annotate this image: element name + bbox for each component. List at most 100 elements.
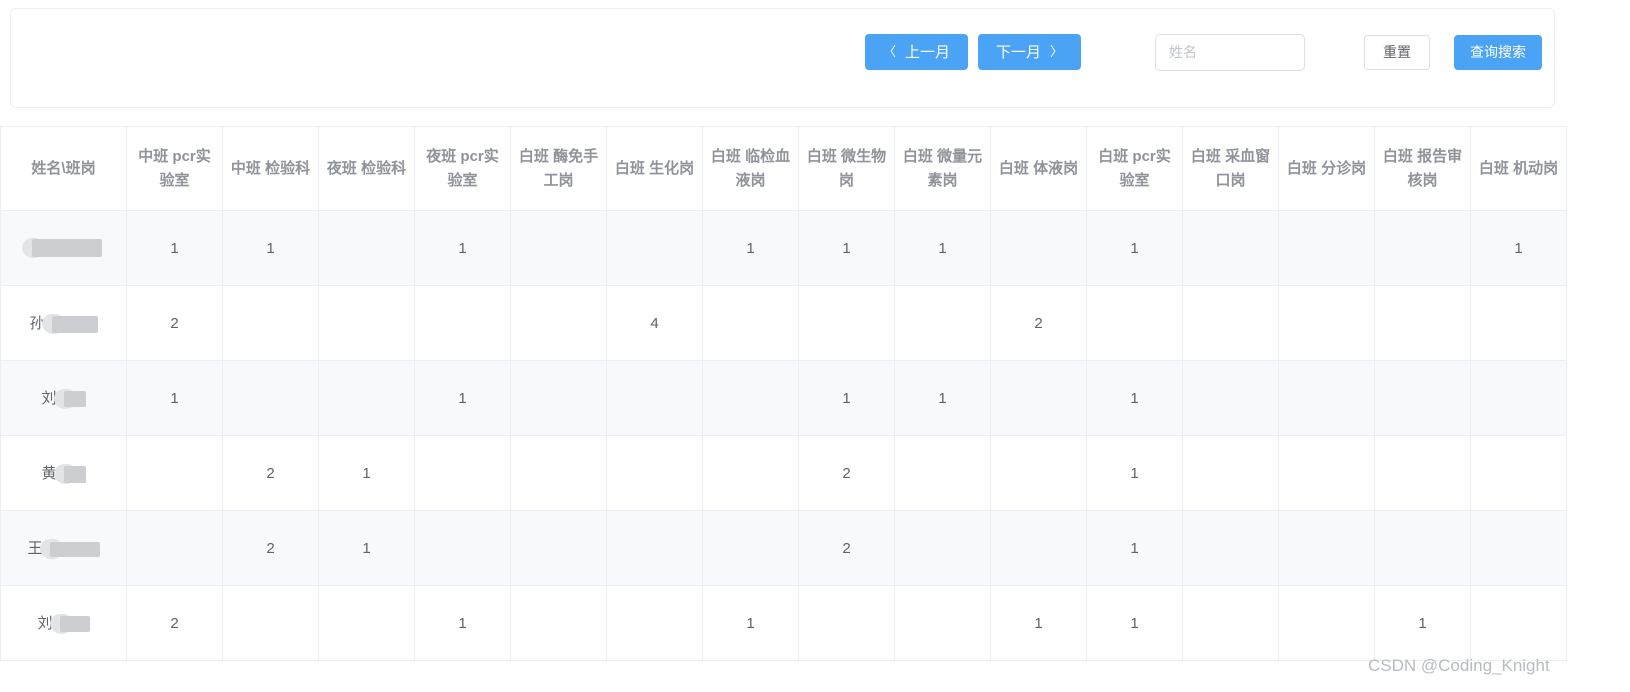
column-header-7: 白班 临检血液岗 — [702, 126, 799, 211]
cell-shift-count — [318, 585, 415, 661]
cell-shift-count: 1 — [1374, 585, 1471, 661]
cell-shift-count: 2 — [222, 510, 319, 586]
schedule-table-container: 姓名\班岗 中班 pcr实验室 中班 检验科 夜班 检验科 夜班 pcr实验室 … — [0, 126, 1567, 661]
table-row[interactable]: 11111111 — [0, 210, 1567, 286]
cell-shift-count: 1 — [702, 585, 799, 661]
cell-shift-count: 2 — [126, 285, 223, 361]
cell-employee-name — [0, 210, 127, 286]
cell-shift-count — [222, 585, 319, 661]
table-row[interactable]: 孙242 — [0, 285, 1567, 361]
cell-shift-count: 1 — [414, 360, 511, 436]
cell-shift-count — [606, 510, 703, 586]
cell-shift-count — [1182, 360, 1279, 436]
cell-shift-count: 1 — [126, 360, 223, 436]
cell-shift-count — [1182, 585, 1279, 661]
cell-shift-count: 1 — [702, 210, 799, 286]
cell-shift-count — [894, 510, 991, 586]
cell-shift-count — [702, 360, 799, 436]
cell-shift-count: 1 — [798, 210, 895, 286]
cell-shift-count — [1374, 285, 1471, 361]
cell-shift-count: 1 — [1470, 210, 1567, 286]
cell-shift-count — [222, 360, 319, 436]
table-body: 11111111孙242刘11111黄2121王2121刘211111 — [0, 210, 1567, 661]
cell-shift-count — [414, 435, 511, 511]
table-row[interactable]: 王2121 — [0, 510, 1567, 586]
name-redaction-block — [32, 239, 102, 257]
cell-employee-name: 黄 — [0, 435, 127, 511]
cell-shift-count — [1182, 435, 1279, 511]
cell-shift-count — [126, 510, 223, 586]
column-header-9: 白班 微量元素岗 — [894, 126, 991, 211]
column-header-14: 白班 报告审核岗 — [1374, 126, 1471, 211]
cell-shift-count: 1 — [1086, 585, 1183, 661]
cell-shift-count: 1 — [318, 435, 415, 511]
cell-shift-count — [1278, 360, 1375, 436]
column-header-10: 白班 体液岗 — [990, 126, 1087, 211]
cell-shift-count — [1182, 285, 1279, 361]
column-header-4: 夜班 pcr实验室 — [414, 126, 511, 211]
reset-button[interactable]: 重置 — [1364, 34, 1430, 70]
cell-shift-count — [1182, 210, 1279, 286]
cell-shift-count — [510, 285, 607, 361]
cell-shift-count — [414, 285, 511, 361]
cell-shift-count: 1 — [1086, 510, 1183, 586]
column-header-1: 中班 pcr实验室 — [126, 126, 223, 211]
cell-shift-count: 1 — [414, 585, 511, 661]
table-header: 姓名\班岗 中班 pcr实验室 中班 检验科 夜班 检验科 夜班 pcr实验室 … — [0, 126, 1567, 211]
cell-shift-count: 2 — [990, 285, 1087, 361]
cell-shift-count — [1470, 360, 1567, 436]
chevron-left-icon: 〈 — [882, 44, 896, 60]
prev-month-button[interactable]: 〈 上一月 — [864, 34, 968, 70]
cell-shift-count — [894, 435, 991, 511]
cell-shift-count — [990, 360, 1087, 436]
cell-shift-count — [1374, 360, 1471, 436]
cell-shift-count: 1 — [1086, 435, 1183, 511]
table-row[interactable]: 刘11111 — [0, 360, 1567, 436]
cell-shift-count: 2 — [126, 585, 223, 661]
cell-shift-count: 2 — [798, 435, 895, 511]
cell-shift-count — [1470, 435, 1567, 511]
table-row[interactable]: 刘211111 — [0, 585, 1567, 661]
cell-shift-count — [606, 585, 703, 661]
table-row[interactable]: 黄2121 — [0, 435, 1567, 511]
name-redaction-block — [51, 315, 98, 333]
name-search-input[interactable] — [1155, 33, 1305, 71]
column-header-5: 白班 酶免手工岗 — [510, 126, 607, 211]
cell-shift-count — [702, 510, 799, 586]
next-month-button[interactable]: 下一月 〉 — [977, 34, 1081, 70]
cell-shift-count — [222, 285, 319, 361]
cell-shift-count — [1278, 435, 1375, 511]
cell-shift-count — [606, 360, 703, 436]
prev-month-label: 上一月 — [904, 43, 950, 61]
name-redaction-block — [49, 541, 100, 557]
cell-shift-count — [702, 435, 799, 511]
name-redaction-block — [63, 391, 86, 408]
cell-shift-count — [798, 285, 895, 361]
cell-employee-name: 刘 — [0, 360, 127, 436]
cell-shift-count — [510, 435, 607, 511]
cell-shift-count — [510, 210, 607, 286]
header-row: 姓名\班岗 中班 pcr实验室 中班 检验科 夜班 检验科 夜班 pcr实验室 … — [0, 126, 1567, 211]
cell-shift-count — [990, 435, 1087, 511]
name-redaction-block — [63, 465, 86, 483]
cell-shift-count: 1 — [414, 210, 511, 286]
column-header-name: 姓名\班岗 — [0, 126, 127, 211]
cell-shift-count — [1374, 210, 1471, 286]
cell-employee-name: 王 — [0, 510, 127, 586]
column-header-15: 白班 机动岗 — [1470, 126, 1567, 211]
cell-shift-count: 2 — [222, 435, 319, 511]
chevron-right-icon: 〉 — [1049, 44, 1063, 60]
toolbar: 〈 上一月 下一月 〉 重置 查询搜索 — [864, 33, 1542, 71]
cell-shift-count: 1 — [894, 210, 991, 286]
cell-shift-count — [1470, 585, 1567, 661]
search-button[interactable]: 查询搜索 — [1454, 34, 1542, 70]
cell-shift-count — [702, 285, 799, 361]
toolbar-card: 〈 上一月 下一月 〉 重置 查询搜索 — [10, 8, 1555, 108]
cell-shift-count: 2 — [798, 510, 895, 586]
cell-shift-count — [1278, 585, 1375, 661]
cell-shift-count — [1086, 285, 1183, 361]
column-header-11: 白班 pcr实验室 — [1086, 126, 1183, 211]
cell-shift-count: 1 — [126, 210, 223, 286]
cell-shift-count: 4 — [606, 285, 703, 361]
cell-employee-name: 刘 — [0, 585, 127, 661]
